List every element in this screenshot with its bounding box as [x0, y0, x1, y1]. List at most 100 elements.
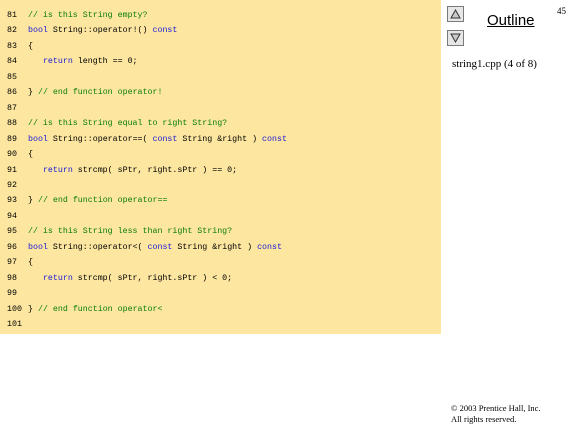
line-number: 101: [7, 320, 22, 329]
line-number: 89: [7, 134, 17, 144]
code-line: 93} // end function operator==: [0, 193, 441, 209]
line-number: 95: [7, 227, 17, 237]
code-keyword: const: [152, 26, 178, 36]
code-token: }: [28, 304, 38, 314]
code-token: String::operator!(): [47, 26, 153, 36]
line-number: 93: [7, 196, 17, 206]
slide-number: 45: [557, 6, 566, 16]
code-line: 89 bool String::operator==( const String …: [0, 132, 441, 148]
line-number: 92: [7, 180, 17, 190]
triangle-down-icon: [450, 33, 461, 43]
code-comment: // is this String less than right String…: [28, 227, 233, 237]
code-token: String &right ): [172, 242, 258, 252]
code-token: length == 0;: [72, 57, 138, 67]
code-comment: // end function operator==: [37, 196, 168, 206]
code-text: } // end function operator==: [28, 193, 167, 209]
code-line: 99: [0, 286, 441, 302]
code-token: }: [28, 196, 38, 206]
previous-slide-button[interactable]: [447, 6, 464, 22]
code-line: 94: [0, 209, 441, 225]
code-keyword: return: [42, 57, 73, 67]
code-line: 83 {: [0, 39, 441, 55]
code-keyword: bool: [28, 26, 48, 36]
code-line: 85: [0, 70, 441, 86]
code-comment: // end function operator<: [37, 304, 163, 314]
line-number: 87: [7, 103, 17, 113]
code-token: }: [28, 88, 38, 98]
code-line: 97 {: [0, 255, 441, 271]
triangle-up-icon: [450, 9, 461, 19]
copyright-notice: © 2003 Prentice Hall, Inc. All rights re…: [451, 403, 541, 425]
code-text: // is this String equal to right String?: [28, 116, 227, 132]
code-line: 96 bool String::operator<( const String &…: [0, 240, 441, 256]
copyright-line: © 2003 Prentice Hall, Inc.: [451, 403, 541, 413]
line-number: 86: [7, 88, 17, 98]
code-text: bool String::operator==( const String &r…: [28, 132, 287, 148]
line-number: 85: [7, 72, 17, 82]
code-token: strcmp( sPtr, right.sPtr ) == 0;: [72, 165, 238, 175]
line-number: 91: [7, 165, 17, 175]
line-number: 97: [7, 258, 17, 268]
code-line: 98 return strcmp( sPtr, right.sPtr ) < 0…: [0, 271, 441, 287]
code-line: 95 // is this String less than right Stri…: [0, 224, 441, 240]
line-number: 90: [7, 150, 17, 160]
code-text: {: [28, 39, 33, 55]
code-token: {: [28, 150, 33, 160]
code-text: {: [28, 147, 33, 163]
line-number: 100: [7, 304, 22, 314]
code-token: {: [28, 41, 33, 51]
line-number: 94: [7, 211, 17, 221]
code-keyword: const: [262, 134, 287, 144]
line-number: 88: [7, 119, 17, 129]
line-number: 98: [7, 273, 17, 283]
line-number: 96: [7, 242, 17, 252]
code-text: bool String::operator!() const: [28, 23, 177, 39]
code-keyword: return: [42, 273, 73, 283]
code-token: strcmp( sPtr, right.sPtr ) < 0;: [72, 273, 233, 283]
code-keyword: const: [152, 134, 178, 144]
next-slide-button[interactable]: [447, 30, 464, 46]
code-keyword: bool: [28, 134, 48, 144]
code-text: return strcmp( sPtr, right.sPtr ) < 0;: [28, 271, 232, 287]
code-text: return length == 0;: [28, 54, 138, 70]
code-comment: // is this String empty?: [28, 11, 148, 20]
line-number: 99: [7, 289, 17, 299]
code-line: 81 // is this String empty?: [0, 8, 441, 24]
code-keyword: const: [257, 242, 282, 252]
code-line: 92: [0, 178, 441, 194]
code-token: {: [28, 258, 33, 268]
code-text: } // end function operator<: [28, 302, 162, 318]
code-keyword: bool: [28, 242, 48, 252]
line-number: 82: [7, 26, 17, 36]
file-label: string1.cpp (4 of 8): [452, 58, 537, 70]
code-text: {: [28, 255, 33, 271]
code-line: 87: [0, 101, 441, 117]
code-token: String &right ): [177, 134, 263, 144]
code-line: 101: [0, 317, 441, 333]
code-line: 100} // end function operator<: [0, 302, 441, 318]
code-keyword: const: [147, 242, 173, 252]
code-token: String::operator==(: [47, 134, 153, 144]
code-text: // is this String less than right String…: [28, 224, 232, 240]
code-text: // is this String empty?: [28, 8, 148, 24]
line-number: 81: [7, 11, 17, 20]
code-line: 84 return length == 0;: [0, 54, 441, 70]
code-line: 91 return strcmp( sPtr, right.sPtr ) == …: [0, 163, 441, 179]
code-comment: // end function operator!: [37, 88, 163, 98]
code-keyword: return: [42, 165, 73, 175]
code-text: bool String::operator<( const String &ri…: [28, 240, 282, 256]
code-token: String::operator<(: [47, 242, 148, 252]
line-number: 83: [7, 41, 17, 51]
outline-link[interactable]: Outline: [487, 12, 535, 29]
line-number: 84: [7, 57, 17, 67]
code-text: } // end function operator!: [28, 85, 162, 101]
code-comment: // is this String equal to right String?: [28, 119, 228, 129]
copyright-line: All rights reserved.: [451, 414, 517, 424]
code-line: 90 {: [0, 147, 441, 163]
code-text: return strcmp( sPtr, right.sPtr ) == 0;: [28, 163, 237, 179]
code-line: 82 bool String::operator!() const: [0, 23, 441, 39]
code-line: 88 // is this String equal to right Strin…: [0, 116, 441, 132]
